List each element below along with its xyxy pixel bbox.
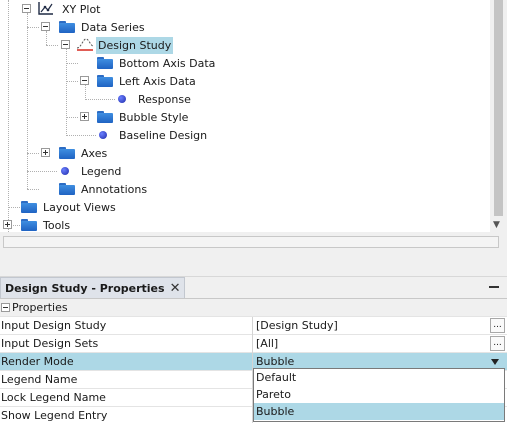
dropdown-arrow-icon[interactable] — [491, 359, 499, 365]
render-mode-dropdown-list: Default Pareto Bubble — [253, 368, 505, 422]
tab-title: Design Study - Properties — [5, 281, 165, 295]
folder-icon — [59, 21, 75, 33]
collapse-toggle-icon[interactable] — [1, 303, 10, 312]
tree-item-label: Bubble Style — [119, 110, 189, 124]
scrollbar-thumb[interactable] — [494, 0, 503, 216]
folder-icon — [97, 75, 113, 87]
folder-icon — [97, 57, 113, 69]
scroll-down-arrow-icon[interactable]: ▼ — [493, 220, 500, 230]
tree-panel: XY Plot Data Series Design Study Bottom … — [0, 0, 507, 253]
tree-guide-line — [66, 63, 78, 64]
tree-item-axes[interactable]: Axes — [79, 144, 109, 162]
dropdown-option-bubble[interactable]: Bubble — [254, 403, 504, 420]
design-study-curve-icon — [76, 38, 94, 51]
properties-header: Design Study - Properties ✕ — [0, 277, 507, 298]
folder-icon — [21, 219, 37, 231]
close-icon[interactable]: ✕ — [170, 281, 181, 296]
collapse-toggle-icon[interactable] — [41, 22, 50, 31]
tree-item-label: Layout Views — [43, 200, 116, 214]
property-name: Lock Legend Name — [1, 391, 106, 404]
tree-item-label: Bottom Axis Data — [119, 56, 216, 70]
tree-guide-line — [66, 135, 96, 136]
dropdown-option-pareto[interactable]: Pareto — [254, 386, 504, 403]
tree-item-label: Design Study — [96, 36, 174, 54]
tree-item-label: Legend — [81, 164, 122, 178]
tree-item-bottom-axis-data[interactable]: Bottom Axis Data — [117, 54, 217, 72]
tree-guide-line — [46, 31, 47, 45]
group-label: Properties — [12, 301, 68, 314]
column-divider[interactable] — [252, 335, 253, 353]
property-value[interactable]: [Design Study] — [256, 317, 338, 335]
scrollbar-track[interactable] — [3, 236, 499, 248]
folder-icon — [59, 147, 75, 159]
tree-item-label: Data Series — [81, 20, 145, 34]
tree-item-xy-plot[interactable]: XY Plot — [60, 0, 102, 18]
tree-item-design-study[interactable]: Design Study — [96, 36, 174, 54]
property-name: Render Mode — [1, 355, 74, 368]
tree-item-data-series[interactable]: Data Series — [79, 18, 147, 36]
tree-guide-line — [66, 49, 67, 134]
tree-item-bubble-style[interactable]: Bubble Style — [117, 108, 190, 126]
ellipsis-button[interactable]: ... — [490, 318, 505, 333]
tree-guide-line — [27, 13, 28, 189]
tree-item-annotations[interactable]: Annotations — [79, 180, 149, 198]
folder-icon — [21, 201, 37, 213]
minimize-icon[interactable] — [489, 286, 499, 288]
tree-horizontal-scrollbar[interactable] — [0, 232, 507, 253]
tree-item-label: XY Plot — [62, 2, 101, 16]
property-name: Input Design Sets — [1, 337, 99, 350]
tree-item-label: Axes — [81, 146, 108, 160]
dot-icon — [118, 95, 126, 103]
tree-item-label: Baseline Design — [119, 128, 208, 142]
tree-view: XY Plot Data Series Design Study Bottom … — [0, 0, 490, 232]
tree-guide-line — [27, 171, 57, 172]
tree-guide-line — [85, 85, 86, 98]
dot-icon — [99, 131, 107, 139]
tree-item-label: Annotations — [81, 182, 148, 196]
tree-guide-line — [27, 153, 39, 154]
tree-guide-line — [66, 117, 78, 118]
folder-icon — [97, 111, 113, 123]
property-name: Legend Name — [1, 373, 78, 386]
expand-toggle-icon[interactable] — [41, 148, 50, 157]
property-name: Input Design Study — [1, 319, 107, 332]
property-value[interactable]: [All] — [256, 335, 278, 353]
panel-splitter[interactable] — [0, 253, 507, 277]
property-row-input-design-study[interactable]: Input Design Study [Design Study] ... — [0, 317, 507, 335]
tree-guide-line — [8, 0, 9, 232]
dot-icon — [61, 167, 69, 175]
folder-icon — [59, 183, 75, 195]
ellipsis-button[interactable]: ... — [490, 336, 505, 351]
dropdown-option-default[interactable]: Default — [254, 369, 504, 386]
tree-guide-line — [85, 99, 115, 100]
column-divider[interactable] — [252, 317, 253, 335]
expand-toggle-icon[interactable] — [3, 220, 12, 229]
tree-guide-line — [66, 81, 78, 82]
tree-item-left-axis-data[interactable]: Left Axis Data — [117, 72, 198, 90]
tree-item-layout-views[interactable]: Layout Views — [41, 198, 118, 216]
expand-toggle-icon[interactable] — [80, 112, 89, 121]
tree-guide-line — [46, 45, 58, 46]
tree-vertical-scrollbar[interactable]: ▼ — [490, 0, 507, 232]
property-name: Show Legend Entry — [1, 409, 108, 422]
tree-guide-line — [8, 207, 20, 208]
tree-item-baseline-design[interactable]: Baseline Design — [117, 126, 209, 144]
tree-item-label: Tools — [43, 218, 71, 232]
properties-group-header[interactable]: Properties — [0, 299, 507, 317]
collapse-toggle-icon[interactable] — [80, 76, 89, 85]
tree-item-label: Left Axis Data — [119, 74, 196, 88]
xy-plot-icon — [38, 2, 53, 15]
property-row-input-design-sets[interactable]: Input Design Sets [All] ... — [0, 335, 507, 353]
tree-guide-line — [27, 27, 39, 28]
tab-design-study-properties[interactable]: Design Study - Properties ✕ — [0, 277, 186, 298]
tree-item-label: Response — [138, 92, 191, 106]
tree-item-tools[interactable]: Tools — [41, 216, 72, 232]
collapse-toggle-icon[interactable] — [61, 40, 70, 49]
collapse-toggle-icon[interactable] — [22, 4, 31, 13]
tree-item-legend[interactable]: Legend — [79, 162, 123, 180]
tree-item-response[interactable]: Response — [136, 90, 193, 108]
tree-guide-line — [27, 189, 39, 190]
